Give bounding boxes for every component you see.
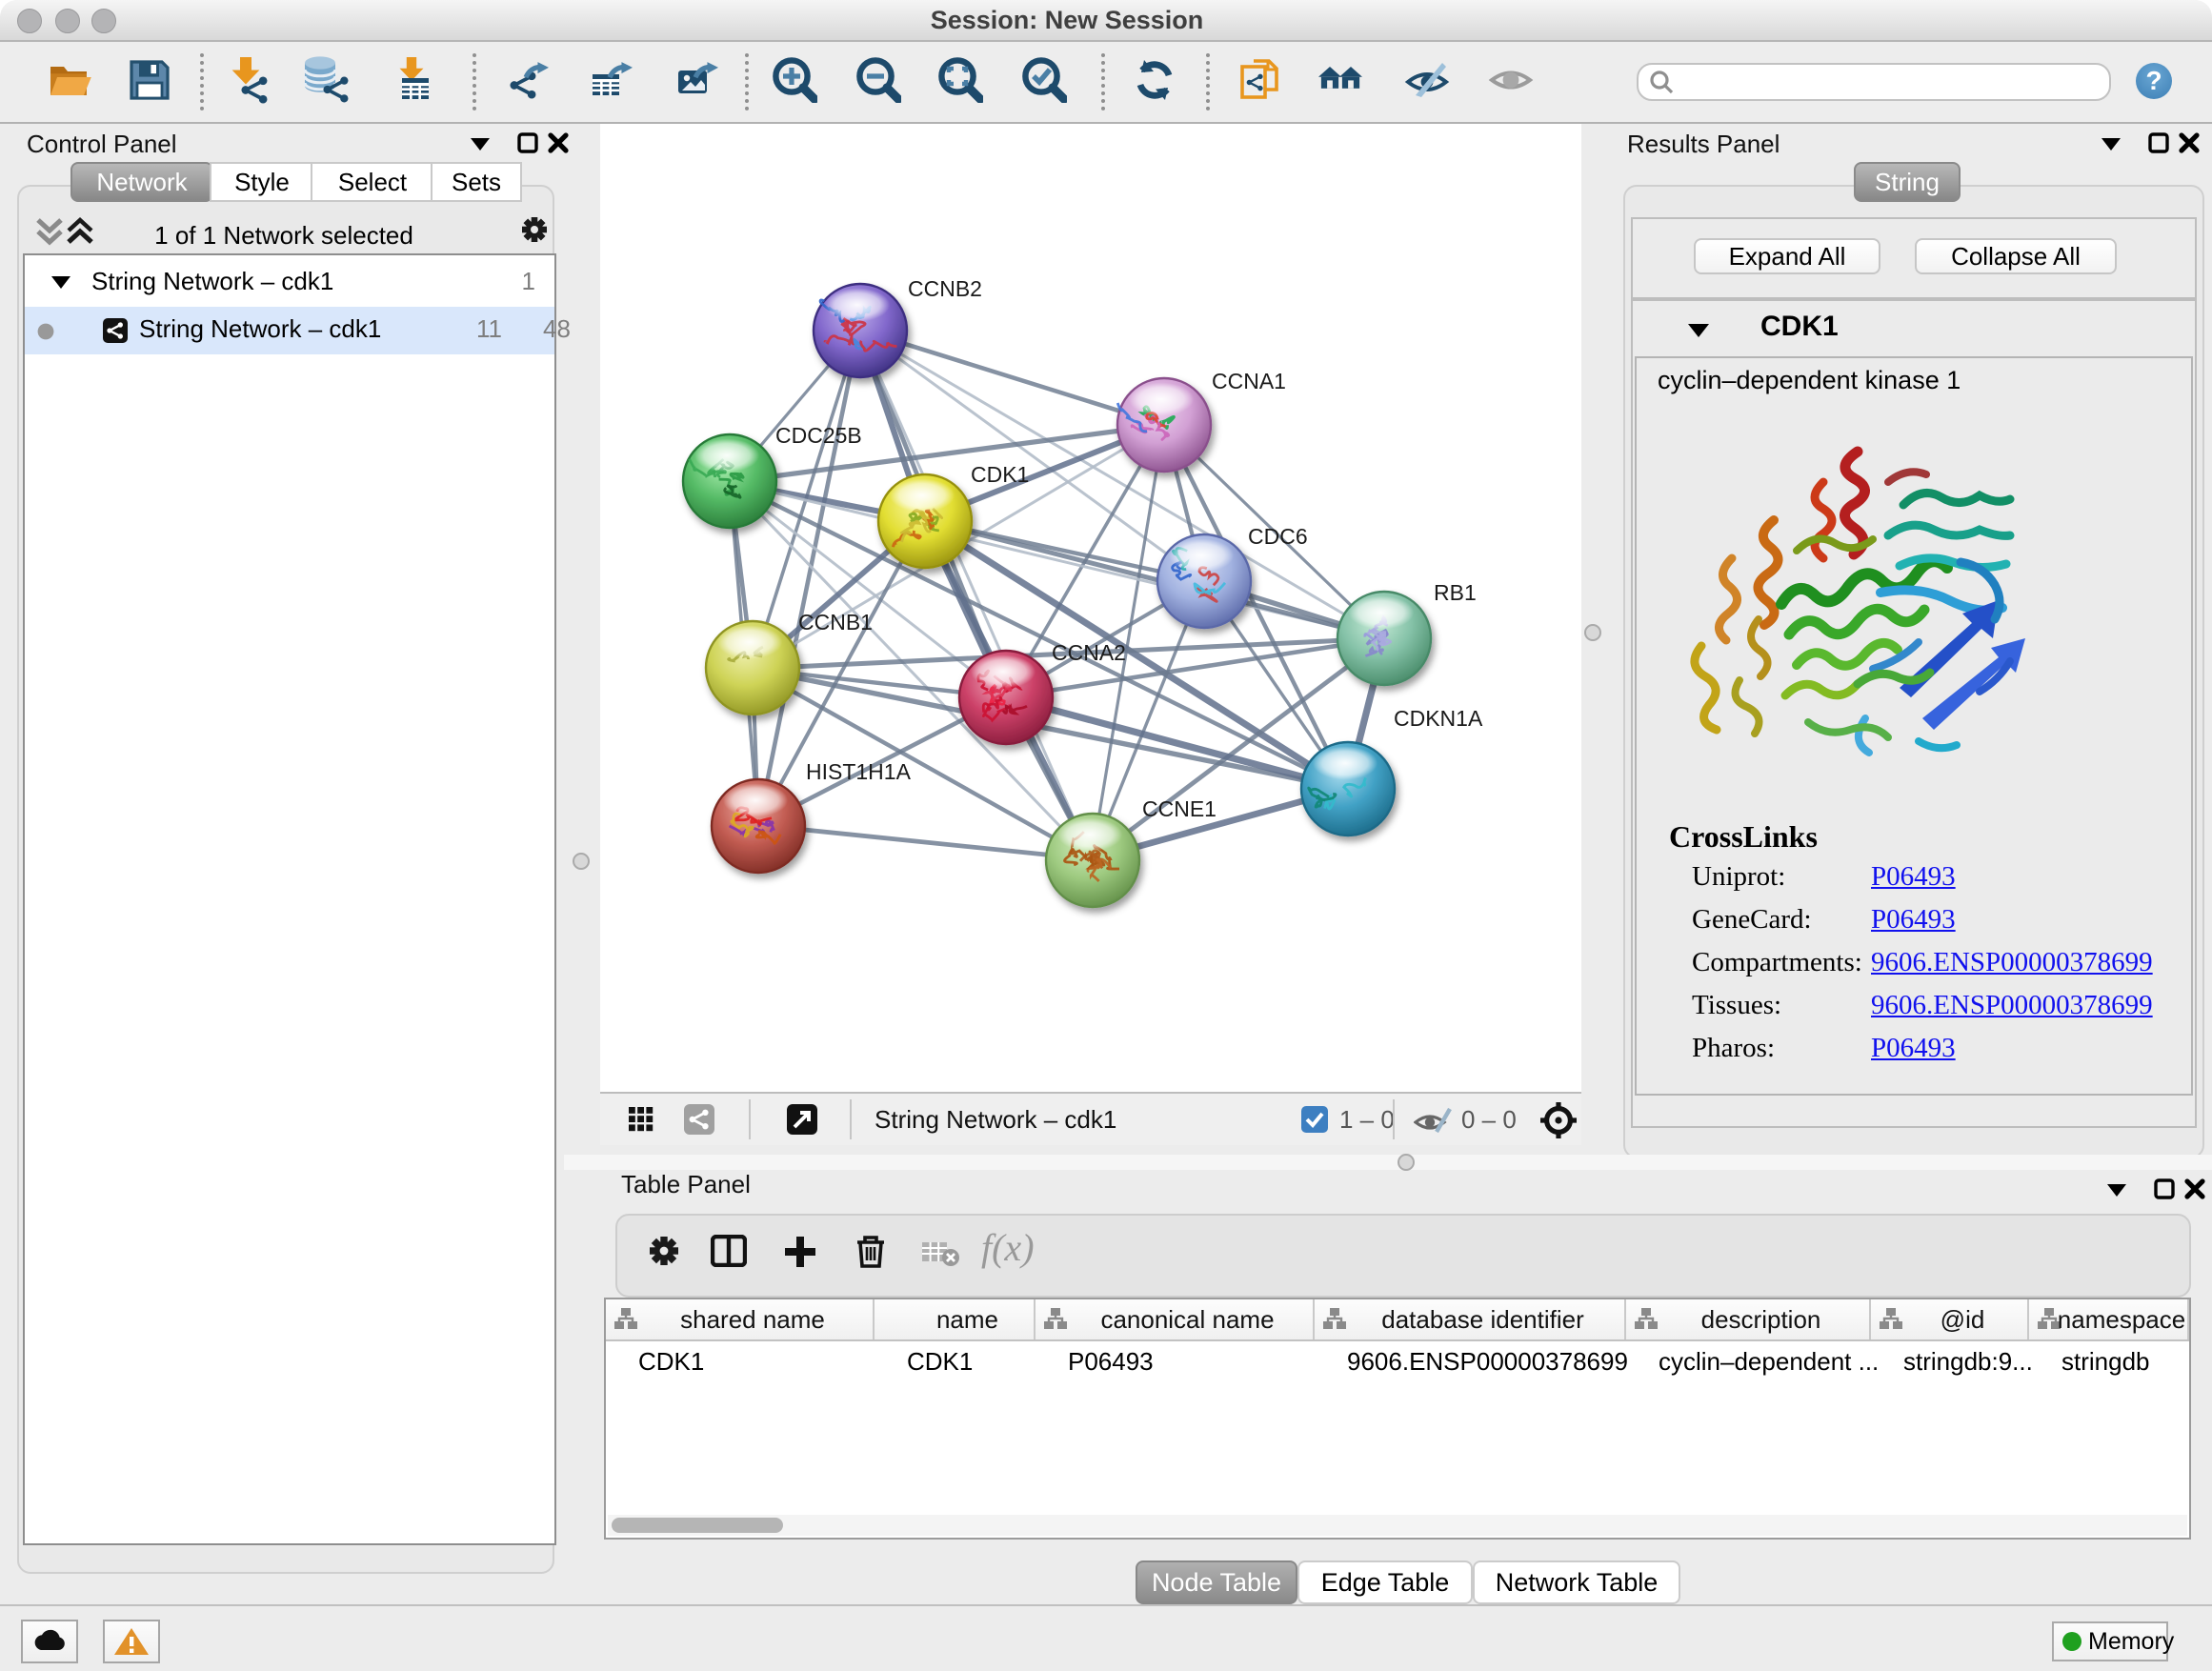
svg-text:CDK1: CDK1 <box>971 462 1029 487</box>
svg-text:CCNA1: CCNA1 <box>1212 369 1286 393</box>
svg-text:RB1: RB1 <box>1434 580 1477 605</box>
svg-text:CCNE1: CCNE1 <box>1142 796 1217 821</box>
svg-text:CDC25B: CDC25B <box>775 423 862 448</box>
svg-text:CCNB2: CCNB2 <box>908 276 982 301</box>
svg-text:CDKN1A: CDKN1A <box>1394 706 1483 731</box>
svg-text:CDC6: CDC6 <box>1248 524 1308 549</box>
svg-text:CCNB1: CCNB1 <box>798 610 873 634</box>
svg-text:CCNA2: CCNA2 <box>1052 640 1126 665</box>
svg-text:HIST1H1A: HIST1H1A <box>806 759 912 784</box>
